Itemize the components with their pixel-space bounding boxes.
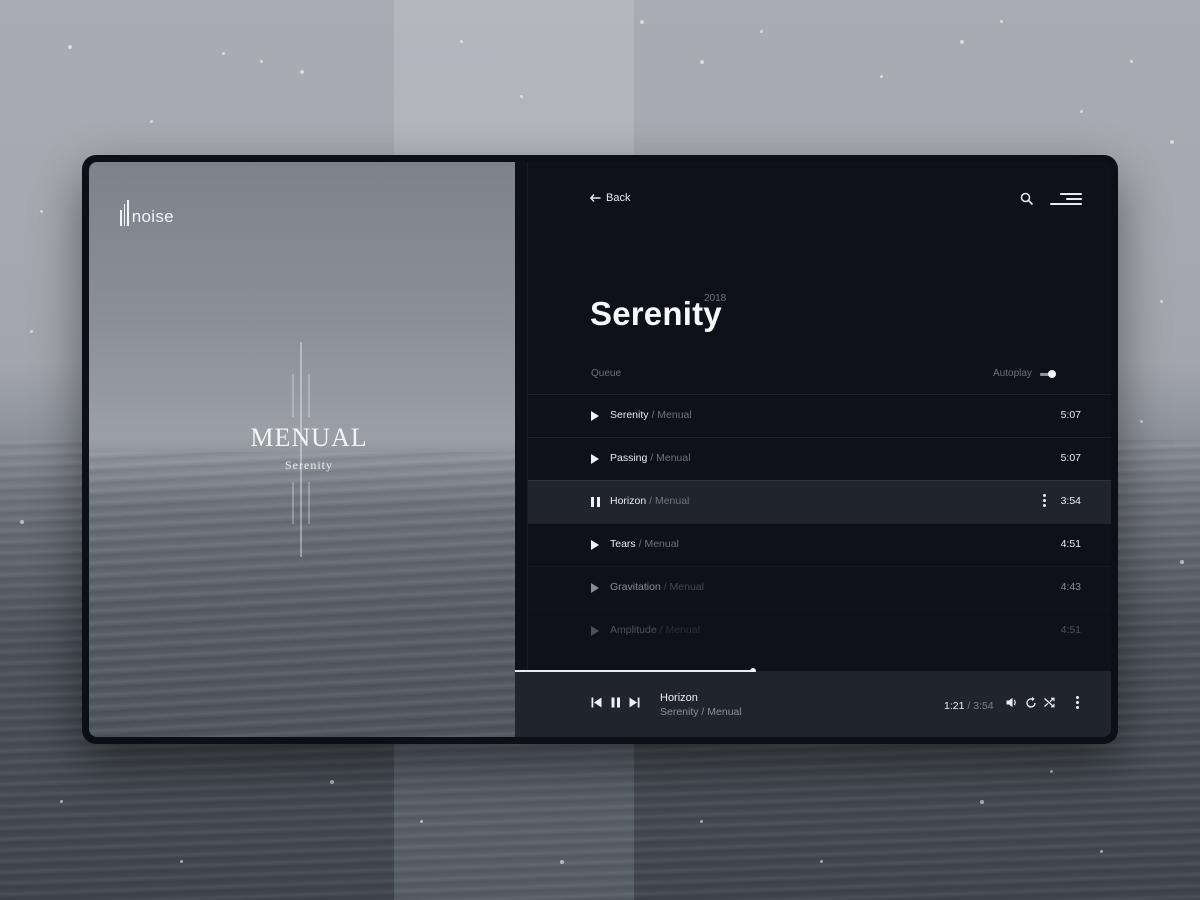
snow-speck	[1140, 420, 1143, 423]
shuffle-icon[interactable]	[1044, 697, 1055, 708]
snow-speck	[460, 40, 463, 43]
next-icon[interactable]	[629, 697, 640, 708]
album-art-album: Serenity	[285, 458, 333, 472]
snow-speck	[1050, 770, 1053, 773]
autoplay-control: Autoplay	[993, 368, 1056, 379]
autoplay-toggle[interactable]	[1039, 369, 1056, 378]
snow-speck	[760, 30, 763, 33]
track-title: Serenity	[610, 409, 649, 421]
snow-speck	[1080, 110, 1083, 113]
back-button[interactable]: Back	[590, 192, 630, 204]
pause-icon[interactable]	[591, 497, 600, 507]
more-vertical-icon[interactable]	[1043, 494, 1046, 508]
track-row[interactable]: Serenity / Menual 5:07	[528, 394, 1111, 437]
snow-speck	[700, 820, 703, 823]
snow-speck	[560, 860, 564, 864]
track-row[interactable]: Tears / Menual 4:51	[528, 523, 1111, 566]
track-title: Passing	[610, 452, 648, 464]
album-art-panel: noise MENUAL Serenity	[89, 162, 515, 737]
track-artist: / Menual	[663, 581, 704, 593]
album-year: 2018	[704, 293, 727, 304]
now-playing-subtitle: Serenity / Menual	[660, 706, 742, 718]
playlist-panel: Back Serenity 2018 Queue Autoplay Sereni…	[515, 162, 1111, 737]
snow-speck	[1130, 60, 1133, 63]
track-duration: 5:07	[1060, 452, 1081, 464]
track-title: Amplitude	[610, 624, 657, 636]
track-duration: 4:43	[1060, 581, 1081, 593]
more-vertical-icon[interactable]	[1076, 696, 1079, 710]
snow-speck	[40, 210, 43, 213]
now-playing-title: Horizon	[660, 692, 698, 704]
snow-speck	[1100, 850, 1103, 853]
album-title: Serenity	[590, 295, 722, 332]
snow-speck	[1170, 140, 1174, 144]
snow-speck	[640, 20, 644, 24]
snow-speck	[420, 820, 423, 823]
menu-icon[interactable]	[1050, 193, 1082, 207]
app-window: noise MENUAL Serenity Back Serenity 2018…	[89, 162, 1111, 737]
total-time: / 3:54	[967, 700, 994, 712]
track-duration: 3:54	[1060, 495, 1081, 507]
track-duration: 4:51	[1060, 624, 1081, 636]
track-duration: 5:07	[1060, 409, 1081, 421]
track-row[interactable]: Passing / Menual 5:07	[528, 437, 1111, 480]
autoplay-label: Autoplay	[993, 368, 1032, 379]
snow-speck	[150, 120, 153, 123]
track-duration: 4:51	[1060, 538, 1081, 550]
track-artist: / Menual	[659, 624, 700, 636]
previous-icon[interactable]	[591, 697, 602, 708]
play-icon[interactable]	[591, 540, 599, 550]
track-artist: / Menual	[650, 452, 691, 464]
album-art-artist: MENUAL	[250, 423, 368, 452]
snow-speck	[520, 95, 523, 98]
track-title: Gravitation	[610, 581, 661, 593]
pause-icon[interactable]	[611, 697, 621, 708]
snow-speck	[20, 520, 24, 524]
play-icon[interactable]	[591, 626, 599, 636]
snow-speck	[30, 330, 33, 333]
snow-speck	[300, 70, 304, 74]
play-icon[interactable]	[591, 454, 599, 464]
snow-speck	[260, 60, 263, 63]
snow-speck	[700, 60, 704, 64]
back-label: Back	[606, 192, 631, 204]
track-row[interactable]: Gravitation / Menual 4:43	[528, 566, 1111, 609]
search-icon[interactable]	[1020, 192, 1034, 206]
device-frame: noise MENUAL Serenity Back Serenity 2018…	[82, 155, 1118, 744]
volume-icon[interactable]	[1006, 697, 1018, 708]
snow-speck	[1000, 20, 1003, 23]
snow-speck	[980, 800, 984, 804]
playback-time: 1:21 / 3:54	[944, 700, 994, 712]
snow-speck	[880, 75, 883, 78]
player-bar: Horizon Serenity / Menual 1:21 / 3:54	[515, 672, 1111, 737]
snow-speck	[960, 40, 964, 44]
track-row[interactable]: Amplitude / Menual 4:51	[528, 609, 1111, 652]
play-icon[interactable]	[591, 411, 599, 421]
repeat-icon[interactable]	[1026, 696, 1037, 708]
track-artist: / Menual	[638, 538, 679, 550]
queue-label: Queue	[591, 368, 622, 379]
play-icon[interactable]	[591, 583, 599, 593]
snow-speck	[222, 52, 225, 55]
arrow-left-icon	[590, 194, 601, 202]
track-row-active[interactable]: Horizon / Menual 3:54	[528, 480, 1111, 523]
snow-speck	[68, 45, 72, 49]
snow-speck	[180, 860, 183, 863]
snow-speck	[330, 780, 334, 784]
track-artist: / Menual	[649, 495, 690, 507]
track-title: Horizon	[610, 495, 647, 507]
track-title: Tears	[610, 538, 636, 550]
track-artist: / Menual	[651, 409, 692, 421]
snow-speck	[60, 800, 63, 803]
elapsed-time: 1:21	[944, 700, 965, 712]
snow-speck	[820, 860, 823, 863]
snow-speck	[1180, 560, 1184, 564]
track-list: Serenity / Menual 5:07 Passing / Menual …	[528, 394, 1111, 652]
snow-speck	[1160, 300, 1163, 303]
